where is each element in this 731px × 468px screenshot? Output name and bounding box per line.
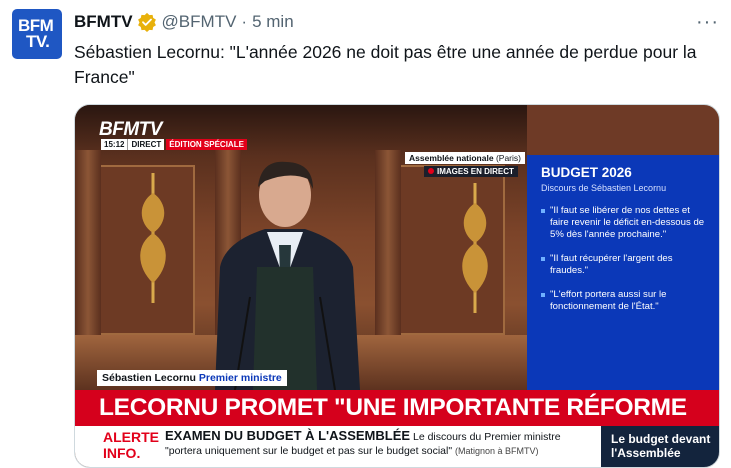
budget-side-panel: BUDGET 2026 Discours de Sébastien Lecorn… [527, 155, 719, 390]
broadcast-clock: 15:12 [101, 139, 128, 150]
gold-ornament [462, 183, 488, 313]
pilaster [375, 150, 401, 360]
verified-badge-icon [137, 12, 156, 32]
live-strip: 15:12 DIRECT ÉDITION SPÉCIALE [101, 139, 247, 150]
location-name: Assemblée nationale [409, 153, 494, 163]
alert-line-2: INFO. [103, 445, 141, 461]
tweet-time[interactable]: 5 min [252, 12, 294, 32]
news-ticker: ALERTE INFO. EXAMEN DU BUDGET À L'ASSEMB… [75, 426, 719, 467]
ticker-source: (Matignon à BFMTV) [454, 446, 539, 456]
speaker-role: Premier ministre [198, 372, 282, 384]
quote-item: "L'effort portera aussi sur le fonctionn… [541, 289, 707, 313]
side-panel-title: BUDGET 2026 [541, 165, 632, 180]
speaker-name-tag: Sébastien Lecornu Premier ministre [97, 370, 287, 386]
headline-banner: LECORNU PROMET "UNE IMPORTANTE RÉFORME D… [75, 390, 719, 457]
next-program-promo: Le budget devant l'Assemblée [601, 426, 719, 467]
direct-label: DIRECT [127, 139, 165, 150]
images-live-label: IMAGES EN DIRECT [437, 167, 514, 176]
account-handle[interactable]: @BFMTV [162, 12, 237, 32]
live-dot-icon [428, 168, 434, 174]
tweet-header: BFMTV @BFMTV · 5 min [74, 11, 294, 33]
bfmtv-channel-logo: BFMTV [99, 119, 162, 140]
ticker-text: EXAMEN DU BUDGET À L'ASSEMBLÉE Le discou… [165, 429, 585, 458]
location-tag: Assemblée nationale (Paris) [405, 152, 525, 164]
bfmtv-avatar[interactable]: BFM TV. [12, 9, 62, 59]
quote-item: "Il faut récupérer l'argent des fraudes.… [541, 253, 707, 277]
avatar-text-2: TV. [26, 32, 50, 51]
speaker-name: Sébastien Lecornu [102, 372, 196, 384]
separator-dot: · [241, 12, 248, 31]
alert-line-1: ALERTE [103, 429, 159, 445]
alert-info-label: ALERTE INFO. [103, 429, 159, 461]
pilaster [75, 150, 101, 360]
speaker-figure [215, 161, 360, 390]
tweet-media-image[interactable]: BFMTV 15:12 DIRECT ÉDITION SPÉCIALE Asse… [74, 104, 720, 468]
tweet-text: Sébastien Lecornu: "L'année 2026 ne doit… [74, 42, 697, 87]
account-name[interactable]: BFMTV [74, 12, 133, 32]
location-detail: (Paris) [495, 153, 521, 163]
images-live-tag: IMAGES EN DIRECT [424, 166, 518, 177]
special-edition-label: ÉDITION SPÉCIALE [166, 139, 247, 150]
side-panel-subtitle: Discours de Sébastien Lecornu [541, 183, 667, 193]
gold-ornament [140, 173, 166, 303]
ticker-headline: EXAMEN DU BUDGET À L'ASSEMBLÉE [165, 428, 411, 443]
more-options-icon[interactable]: ··· [696, 12, 719, 32]
quote-item: "Il faut se libérer de nos dettes et fai… [541, 205, 707, 241]
